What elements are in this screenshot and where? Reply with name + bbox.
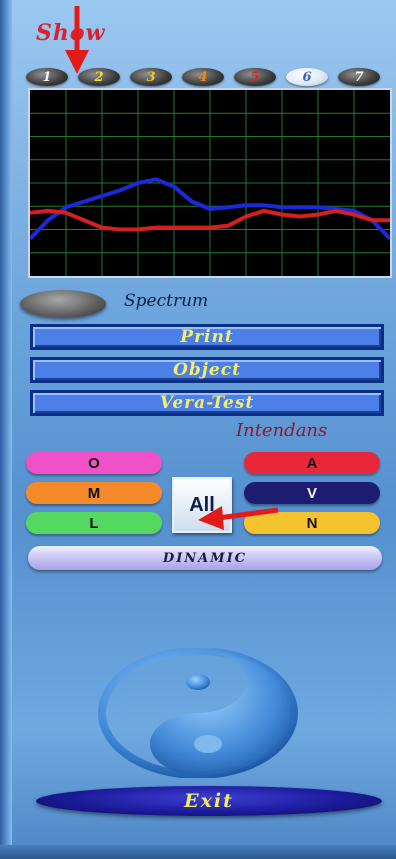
intendans-button-a[interactable]: A — [244, 452, 380, 474]
channel-label: 4 — [198, 69, 208, 85]
all-label: All — [189, 493, 215, 516]
pill-label: O — [88, 454, 100, 472]
channel-button-7[interactable]: 7 — [338, 68, 380, 86]
channel-label: 5 — [250, 69, 260, 85]
intendans-button-m[interactable]: M — [26, 482, 162, 504]
print-label: Print — [180, 327, 234, 347]
channel-selector: 1 2 3 4 5 6 7 — [26, 68, 396, 88]
object-label: Object — [173, 360, 241, 380]
channel-label: 6 — [302, 69, 312, 85]
vera-test-label: Vera-Test — [159, 393, 255, 413]
pill-label: V — [306, 484, 317, 502]
bottom-edge-bar — [0, 845, 396, 859]
yin-yang-logo — [98, 648, 298, 778]
object-button[interactable]: Object — [30, 357, 384, 383]
all-button[interactable]: All — [172, 477, 232, 533]
intendans-button-o[interactable]: O — [26, 452, 162, 474]
chart-svg — [30, 90, 390, 276]
show-title: Show — [36, 20, 106, 46]
intendans-button-n[interactable]: N — [244, 512, 380, 534]
left-edge-bar — [0, 0, 12, 859]
dinamic-button[interactable]: DINAMIC — [28, 546, 382, 570]
channel-button-2[interactable]: 2 — [78, 68, 120, 86]
intendans-button-l[interactable]: L — [26, 512, 162, 534]
channel-button-5[interactable]: 5 — [234, 68, 276, 86]
pill-label: M — [87, 484, 101, 502]
exit-button[interactable]: Exit — [36, 786, 382, 816]
channel-button-4[interactable]: 4 — [182, 68, 224, 86]
spectrum-label: Spectrum — [124, 291, 209, 311]
channel-label: 3 — [146, 69, 156, 85]
pill-label: L — [89, 514, 99, 532]
spectrum-button[interactable] — [20, 290, 106, 318]
pill-label: N — [306, 514, 318, 532]
dinamic-label: DINAMIC — [162, 550, 248, 566]
channel-label: 1 — [42, 69, 52, 85]
channel-button-1[interactable]: 1 — [26, 68, 68, 86]
channel-button-6[interactable]: 6 — [286, 68, 328, 86]
print-button[interactable]: Print — [30, 324, 384, 350]
intendans-button-v[interactable]: V — [244, 482, 380, 504]
exit-label: Exit — [184, 790, 234, 812]
channel-button-3[interactable]: 3 — [130, 68, 172, 86]
vera-test-button[interactable]: Vera-Test — [30, 390, 384, 416]
pill-label: A — [306, 454, 318, 472]
spectrum-chart — [28, 88, 392, 278]
channel-label: 7 — [354, 69, 364, 85]
channel-label: 2 — [94, 69, 104, 85]
intendans-label: Intendans — [236, 420, 328, 441]
